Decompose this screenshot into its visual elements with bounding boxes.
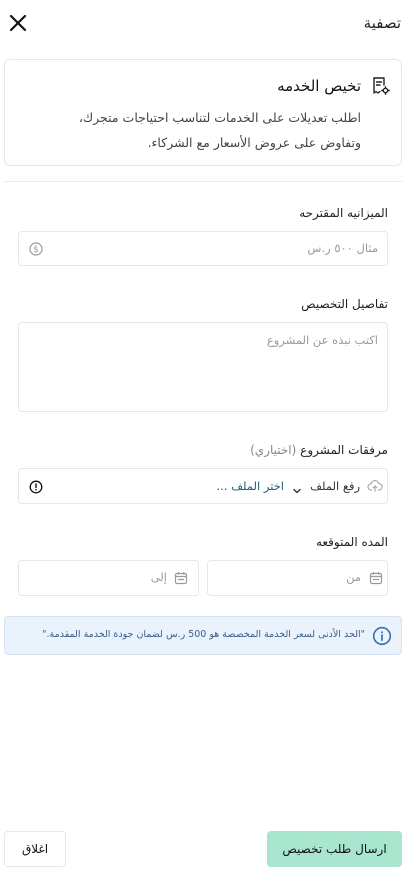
cloud-upload-icon: [367, 478, 383, 494]
duration-label: المده المتوقعه: [315, 535, 388, 549]
attachments-label-text: مرفقات المشروع: [300, 443, 388, 457]
budget-placeholder: مثال ٥٠٠ ر.س: [307, 241, 378, 255]
calendar-icon: [174, 570, 188, 585]
budget-label: الميزانيه المقترحه: [299, 206, 388, 220]
card-description-line: وتفاوض على عروض الأسعار مع الشركاء.: [147, 135, 361, 150]
attachments-label: مرفقات المشروع (اختياري): [250, 443, 388, 457]
date-to-input[interactable]: [18, 560, 199, 596]
date-from-placeholder: من: [346, 570, 361, 584]
page-title: تصفية: [363, 14, 401, 32]
card-description: اطلب تعديلات على الخدمات لتناسب احتياجات…: [41, 105, 361, 155]
choose-file-link[interactable]: اختر الملف ...: [217, 479, 284, 493]
receipt-settings-icon: [371, 76, 391, 96]
divider: [4, 181, 402, 182]
details-label: تفاصيل التخصيص: [301, 297, 388, 311]
chevron-down-icon[interactable]: [292, 481, 302, 494]
info-icon: [372, 626, 392, 646]
date-to-placeholder: إلى: [150, 570, 167, 584]
notice-text: "الحد الأدنى لسعر الخدمة المخصصة هو 500 …: [42, 629, 365, 640]
close-icon[interactable]: [8, 13, 28, 33]
close-button[interactable]: اغلاق: [4, 831, 66, 867]
calendar-icon: [369, 570, 383, 585]
currency-icon: $: [29, 241, 43, 256]
optional-label: (اختياري): [250, 443, 297, 457]
alert-circle-icon[interactable]: [29, 479, 43, 494]
card-description-line: اطلب تعديلات على الخدمات لتناسب احتياجات…: [78, 110, 361, 125]
details-placeholder: اكتب نبذه عن المشروع: [266, 333, 378, 347]
card-title: تخيص الخدمه: [277, 77, 361, 95]
svg-text:$: $: [33, 245, 38, 255]
upload-label: رفع الملف: [310, 479, 360, 493]
submit-customization-button[interactable]: ارسال طلب تخصيص: [267, 831, 402, 867]
